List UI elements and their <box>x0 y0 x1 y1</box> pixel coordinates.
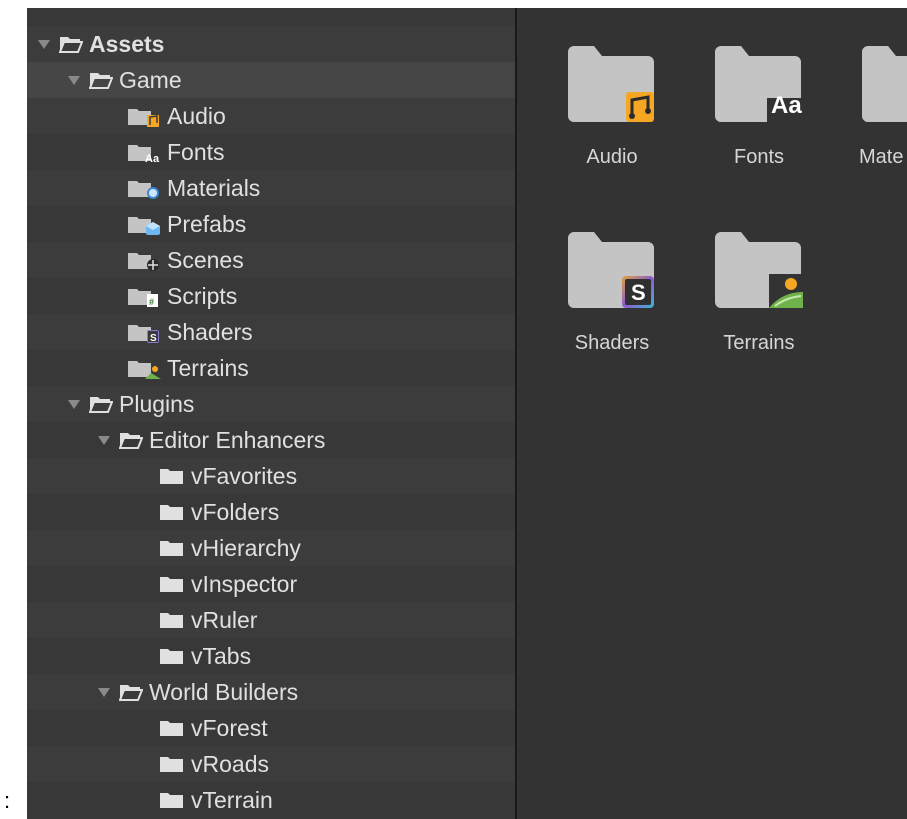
tree-item-label: vRuler <box>191 606 258 633</box>
tree-item-terrains[interactable]: Terrains <box>27 350 515 386</box>
asset-tile-terrains[interactable]: Terrains <box>704 230 814 355</box>
open-folder-icon <box>89 70 113 90</box>
tree-item-prefabs[interactable]: Prefabs <box>27 206 515 242</box>
tree-item-label: Plugins <box>119 390 195 417</box>
asset-tile-materials[interactable]: Mate <box>851 44 907 169</box>
asset-tile-label: Terrains <box>723 332 795 354</box>
tree-item-vfavorites[interactable]: vFavorites <box>27 458 515 494</box>
tree-item-vterrain[interactable]: vTerrain <box>27 782 515 818</box>
tree-item-game[interactable]: Game <box>27 62 515 98</box>
tree-item-label: vFolders <box>191 498 280 525</box>
shaders-folder-icon: S <box>566 230 658 310</box>
tree-item-fonts[interactable]: Aa Fonts <box>27 134 515 170</box>
folder-icon <box>159 574 185 594</box>
bullet-colon: : <box>4 788 11 813</box>
audio-folder-icon <box>566 44 658 124</box>
folder-icon <box>159 646 185 666</box>
expand-arrow-icon[interactable] <box>67 397 81 411</box>
tree-item-label: Scripts <box>167 282 238 309</box>
folder-tree: Assets Game Audio Aa Fonts Materials Pre… <box>27 8 515 819</box>
open-folder-icon <box>119 430 143 450</box>
tree-item-label: vInspector <box>191 570 298 597</box>
asset-grid: Audio Aa Fonts Mate S Shaders Terrains <box>517 8 907 819</box>
folder-icon <box>159 790 185 810</box>
prefabs-folder-icon <box>127 213 161 235</box>
tree-item-vtabs[interactable]: vTabs <box>27 638 515 674</box>
shaders-folder-icon: S <box>127 321 161 343</box>
asset-tile-label: Fonts <box>733 146 785 168</box>
folder-icon <box>159 538 185 558</box>
tree-item-label: Scenes <box>167 246 244 273</box>
fonts-badge-text: Aa <box>771 92 802 119</box>
tree-item-label: vRoads <box>191 750 269 777</box>
audio-folder-icon <box>127 105 161 127</box>
tree-item-label: Fonts <box>167 138 225 165</box>
folder-icon <box>159 610 185 630</box>
tree-item-label: vHierarchy <box>191 534 301 561</box>
tree-item-label: Terrains <box>167 354 249 381</box>
tree-item-scenes[interactable]: Scenes <box>27 242 515 278</box>
tree-item-label: Shaders <box>167 318 253 345</box>
tree-item-vroads[interactable]: vRoads <box>27 746 515 782</box>
folder-icon <box>159 466 185 486</box>
scripts-folder-icon: # <box>127 285 161 307</box>
tree-item-label: vForest <box>191 714 268 741</box>
tree-item-label: World Builders <box>149 678 299 705</box>
expand-arrow-icon[interactable] <box>37 37 51 51</box>
tree-item-shaders[interactable]: S Shaders <box>27 314 515 350</box>
asset-tile-fonts[interactable]: Aa Fonts <box>704 44 814 169</box>
expand-arrow-icon[interactable] <box>67 73 81 87</box>
tree-item-vinspector[interactable]: vInspector <box>27 566 515 602</box>
folder-icon <box>159 754 185 774</box>
expand-arrow-icon[interactable] <box>97 685 111 699</box>
open-folder-icon <box>89 394 113 414</box>
tree-item-world-builders[interactable]: World Builders <box>27 674 515 710</box>
tree-item-scripts[interactable]: # Scripts <box>27 278 515 314</box>
tree-item-label: Game <box>119 66 182 93</box>
tree-item-label: Assets <box>89 30 165 57</box>
tree-item-audio[interactable]: Audio <box>27 98 515 134</box>
asset-tile-shaders[interactable]: S Shaders <box>557 230 667 355</box>
materials-folder-icon <box>860 44 907 124</box>
tree-item-label: vTerrain <box>191 786 273 813</box>
tree-item-vfolders[interactable]: vFolders <box>27 494 515 530</box>
project-window: Assets Game Audio Aa Fonts Materials Pre… <box>27 8 907 819</box>
svg-text:Aa: Aa <box>145 153 160 163</box>
asset-tile-label: Shaders <box>574 332 650 354</box>
fonts-folder-icon: Aa <box>713 44 805 124</box>
tree-item-vhierarchy[interactable]: vHierarchy <box>27 530 515 566</box>
svg-text:#: # <box>149 297 154 307</box>
shaders-badge-text: S <box>631 280 646 305</box>
folder-icon <box>159 502 185 522</box>
tree-item-materials[interactable]: Materials <box>27 170 515 206</box>
tree-item-assets[interactable]: Assets <box>27 26 515 62</box>
asset-tile-label: Mate <box>859 146 904 168</box>
tree-item-label: Prefabs <box>167 210 247 237</box>
materials-folder-icon <box>127 177 161 199</box>
tree-item-vforest[interactable]: vForest <box>27 710 515 746</box>
scenes-folder-icon <box>127 249 161 271</box>
asset-tile-audio[interactable]: Audio <box>557 44 667 169</box>
tree-item-label: vTabs <box>191 642 252 669</box>
tree-item-label: Audio <box>167 102 226 129</box>
tree-item-label: Materials <box>167 174 261 201</box>
asset-tile-label: Audio <box>586 146 638 168</box>
terrains-folder-icon <box>713 230 805 310</box>
tree-item-plugins[interactable]: Plugins <box>27 386 515 422</box>
tree-item-label: vFavorites <box>191 462 298 489</box>
folder-icon <box>159 718 185 738</box>
fonts-folder-icon: Aa <box>127 141 161 163</box>
open-folder-icon <box>59 34 83 54</box>
terrains-folder-icon <box>127 357 161 379</box>
tree-item-editor-enhancers[interactable]: Editor Enhancers <box>27 422 515 458</box>
expand-arrow-icon[interactable] <box>97 433 111 447</box>
tree-item-vruler[interactable]: vRuler <box>27 602 515 638</box>
tree-item-label: Editor Enhancers <box>149 426 326 453</box>
open-folder-icon <box>119 682 143 702</box>
svg-text:S: S <box>150 333 157 343</box>
